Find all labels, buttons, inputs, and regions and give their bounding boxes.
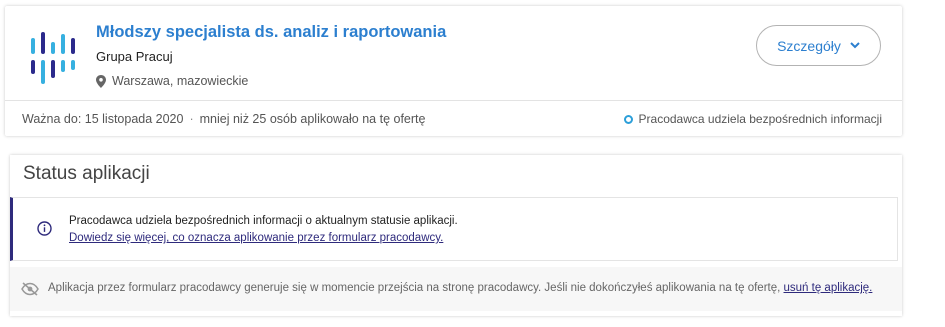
direct-info-badge: Pracodawca udziela bezpośrednich informa… [623, 112, 882, 126]
location-text: Warszawa, mazowieckie [112, 74, 249, 88]
generation-notice-body: Aplikacja przez formularz pracodawcy gen… [48, 282, 784, 294]
application-status-card: Status aplikacji Pracodawca udziela bezp… [10, 155, 902, 316]
chevron-down-icon [850, 42, 860, 49]
status-title: Status aplikacji [23, 163, 150, 184]
eye-off-icon [21, 282, 39, 296]
application-generation-notice: Aplikacja przez formularz pracodawcy gen… [10, 267, 902, 311]
generation-notice-text: Aplikacja przez formularz pracodawcy gen… [48, 282, 872, 294]
info-icon [37, 221, 52, 236]
location-pin-icon [96, 74, 106, 88]
direct-info-text: Pracodawca udziela bezpośrednich informa… [638, 112, 882, 126]
status-info-text: Pracodawca udziela bezpośrednich informa… [69, 215, 458, 227]
status-info-box: Pracodawca udziela bezpośrednich informa… [10, 197, 898, 261]
remove-application-link[interactable]: usuń tę aplikację. [784, 282, 873, 294]
company-logo [31, 32, 75, 84]
details-button[interactable]: Szczegóły [756, 25, 881, 66]
job-offer-card: Młodszy specjalista ds. analiz i raporto… [5, 6, 902, 136]
valid-until: Ważna do: 15 listopada 2020 [22, 112, 184, 126]
job-location: Warszawa, mazowieckie [96, 74, 248, 88]
details-button-label: Szczegóły [777, 37, 841, 54]
learn-more-link[interactable]: Dowiedz się więcej, co oznacza aplikowan… [69, 232, 443, 244]
company-name: Grupa Pracuj [96, 49, 173, 64]
applicants-count: mniej niż 25 osób aplikowało na tę ofert… [199, 112, 426, 126]
job-title-link[interactable]: Młodszy specjalista ds. analiz i raporto… [96, 23, 446, 42]
offer-meta: Ważna do: 15 listopada 2020 · mniej niż 25… [22, 112, 425, 126]
job-card-footer: Ważna do: 15 listopada 2020 · mniej niż 25… [5, 100, 902, 137]
meta-separator: · [189, 112, 194, 126]
direct-info-dot-icon [623, 114, 633, 124]
